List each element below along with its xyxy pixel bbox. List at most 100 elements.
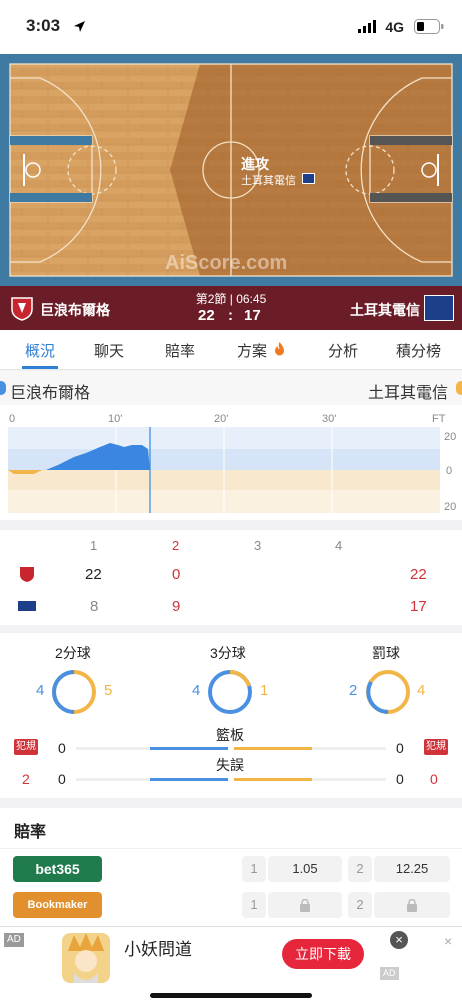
- bookmaker-away-odds[interactable]: [374, 892, 450, 918]
- quarter-header: 2: [172, 538, 180, 553]
- momentum-chart: 0 10' 20' 30' FT 20 0 20: [0, 405, 462, 520]
- home-total: 22: [410, 566, 427, 583]
- score-bar: 巨浪布爾格 第2節 | 06:45 22 : 17 土耳其電信: [0, 286, 462, 330]
- x-tick: 0: [9, 413, 16, 425]
- ad-badge: AD: [4, 933, 24, 947]
- tab-bar: 概況 聊天 賠率 方案 分析 積分榜: [0, 330, 462, 370]
- quarter-header: 1: [90, 538, 98, 553]
- turnovers-bar-away: [234, 778, 312, 781]
- odds-title: 賠率: [14, 824, 47, 841]
- team-legend-row: 巨浪布爾格 土耳其電信: [0, 371, 462, 405]
- ad-dismiss-icon[interactable]: ×: [444, 933, 452, 949]
- ad-close-icon[interactable]: ×: [390, 931, 408, 949]
- free-throw-donut: [366, 670, 410, 714]
- three-pt-donut: [208, 670, 252, 714]
- rebounds-home: 0: [58, 740, 66, 756]
- watermark: AiScore.com: [165, 252, 288, 274]
- tab-tips[interactable]: 方案: [237, 340, 267, 361]
- away-total: 17: [410, 598, 427, 615]
- ad-app-icon: [62, 933, 110, 983]
- live-court: 進攻 土耳其電信 AiScore.com: [0, 54, 462, 286]
- lock-icon: [300, 898, 310, 912]
- x-tick: 10': [108, 413, 123, 425]
- home-color-dot: [0, 381, 6, 395]
- bookmaker-away-key: 2: [348, 892, 372, 918]
- home-q1: 22: [85, 566, 102, 583]
- quarter-scores: 1 2 3 4 22 0 22 8 9 17: [0, 530, 462, 625]
- free-throw-home: 2: [349, 682, 358, 699]
- two-pt-home: 4: [36, 682, 45, 699]
- away-q1: 8: [90, 598, 99, 615]
- two-pt-away: 5: [104, 682, 113, 699]
- two-pt-label: 2分球: [55, 645, 91, 661]
- away-score: 17: [244, 307, 261, 324]
- network-type: 4G: [385, 19, 404, 35]
- bet365-home-odds[interactable]: 1.05: [268, 856, 342, 882]
- quarter-header: 4: [335, 538, 343, 553]
- location-arrow-icon: [74, 21, 85, 32]
- turnovers-home: 0: [58, 771, 66, 787]
- y-tick: 0: [446, 465, 453, 477]
- score-separator: :: [228, 307, 233, 324]
- rebounds-label: 籃板: [216, 727, 244, 743]
- turnovers-away: 0: [396, 771, 404, 787]
- ad-title: 小妖問道: [124, 940, 192, 959]
- away-team-name[interactable]: 土耳其電信: [350, 300, 420, 320]
- away-team-logo-icon: [18, 601, 36, 611]
- quarter-header: 3: [254, 538, 262, 553]
- odds-section: 賠率 bet365 1 1.05 2 12.25 Bookmaker 1 2: [0, 808, 462, 926]
- turnovers-label: 失誤: [216, 757, 244, 773]
- divider: [0, 848, 462, 849]
- momentum-plot: [8, 427, 440, 513]
- tab-standings[interactable]: 積分榜: [396, 340, 441, 361]
- fouls-away: 0: [430, 771, 438, 787]
- away-team-logo-icon: [424, 295, 454, 321]
- bookmaker-home-odds[interactable]: [268, 892, 342, 918]
- attack-team: 土耳其電信: [241, 175, 296, 187]
- clock: 3:03: [26, 16, 61, 35]
- ad-corner-tag: AD: [380, 967, 399, 980]
- away-q2: 9: [172, 598, 181, 615]
- bet365-away-key: 2: [348, 856, 372, 882]
- home-q2: 0: [172, 566, 181, 583]
- bookmaker-home-key: 1: [242, 892, 266, 918]
- x-tick: 30': [322, 413, 337, 425]
- team-stats: 2分球 4 5 3分球 4 1 罰球 2 4 犯規 0 籃板 0 犯規 2 0 …: [0, 633, 462, 798]
- away-team-flag-icon: [302, 173, 315, 184]
- free-throw-away: 4: [417, 682, 426, 699]
- x-tick: FT: [432, 413, 446, 425]
- bookmaker-logo[interactable]: Bookmaker: [13, 892, 102, 918]
- active-tab-indicator: [22, 366, 58, 369]
- free-throw-label: 罰球: [372, 645, 400, 661]
- ad-download-button[interactable]: 立即下載: [282, 939, 364, 969]
- away-color-dot: [456, 381, 462, 395]
- fouls-home: 2: [22, 771, 30, 787]
- rebounds-away: 0: [396, 740, 404, 756]
- home-score: 22: [198, 307, 215, 324]
- away-team-legend: 土耳其電信: [368, 385, 449, 402]
- rebounds-bar-home: [150, 747, 228, 750]
- fire-icon: [275, 342, 284, 356]
- three-pt-label: 3分球: [210, 645, 246, 661]
- x-tick: 20': [214, 413, 229, 425]
- attack-label: 進攻: [241, 156, 269, 172]
- turnovers-bar-home: [150, 778, 228, 781]
- tab-chat[interactable]: 聊天: [94, 340, 124, 361]
- bet365-home-key: 1: [242, 856, 266, 882]
- signal-icon: [358, 20, 376, 33]
- rebounds-bar-away: [234, 747, 312, 750]
- tab-odds[interactable]: 賠率: [165, 340, 195, 361]
- home-team-legend: 巨浪布爾格: [10, 385, 91, 402]
- y-tick: 20: [444, 501, 457, 513]
- fouls-badge-home: 犯規: [14, 739, 38, 755]
- status-bar: 3:03 4G: [0, 0, 462, 54]
- y-tick: 20: [444, 431, 457, 443]
- tab-analysis[interactable]: 分析: [328, 340, 358, 361]
- bet365-away-odds[interactable]: 12.25: [374, 856, 450, 882]
- two-pt-donut: [52, 670, 96, 714]
- tab-overview[interactable]: 概況: [25, 340, 55, 361]
- ad-banner[interactable]: AD 小妖問道 立即下載 × × AD: [0, 926, 462, 1000]
- bet365-logo[interactable]: bet365: [13, 856, 102, 882]
- home-indicator: [150, 993, 312, 998]
- three-pt-away: 1: [260, 682, 269, 699]
